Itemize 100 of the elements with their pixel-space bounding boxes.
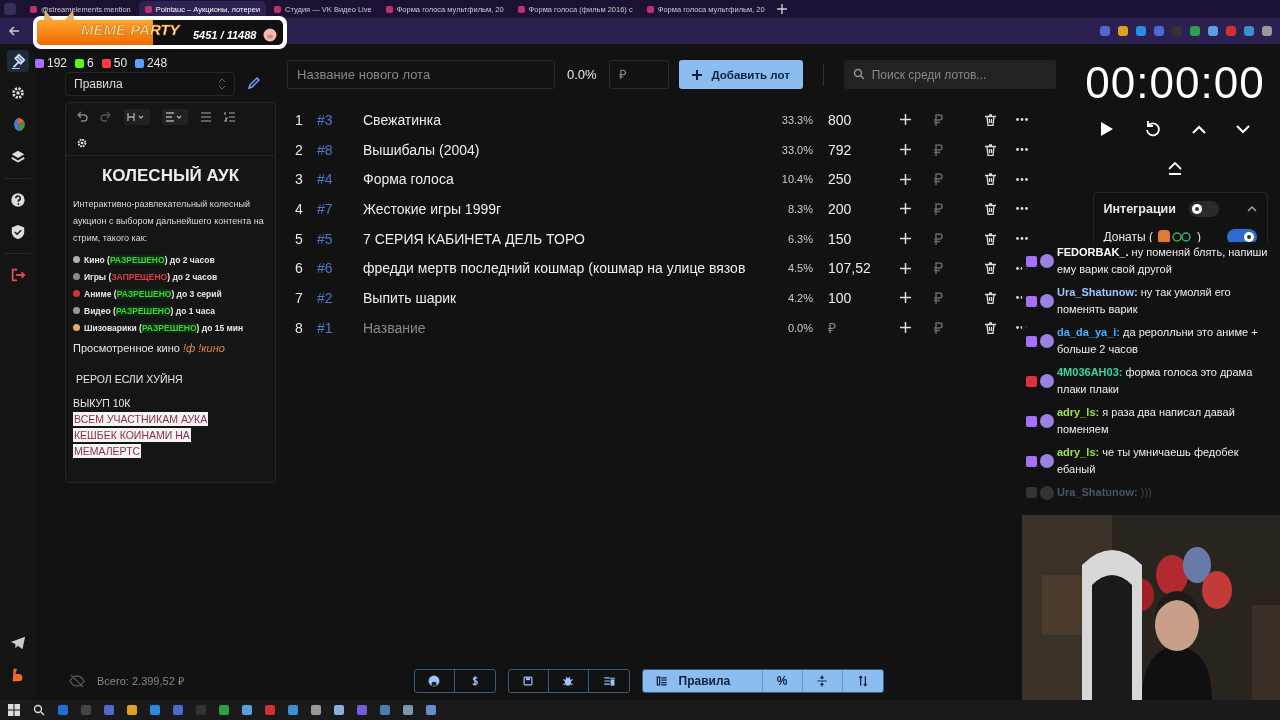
back-icon[interactable] — [8, 25, 20, 37]
gavel-icon[interactable] — [7, 50, 29, 72]
add-icon[interactable] — [900, 173, 911, 185]
new-tab-icon[interactable] — [776, 4, 787, 14]
settings-icon[interactable] — [76, 137, 88, 149]
more-icon[interactable] — [1016, 237, 1028, 241]
add-icon[interactable] — [900, 203, 911, 215]
lot-name[interactable]: Выпить шарик — [363, 289, 763, 306]
more-icon[interactable] — [1016, 148, 1028, 152]
search-field[interactable]: Поиск среди лотов... — [843, 60, 1056, 89]
lot-name[interactable]: Свежатинка — [363, 111, 763, 128]
rules-line: ВЫКУП 10К — [73, 396, 131, 410]
trash-icon[interactable] — [985, 321, 996, 334]
rule-item: Игры (ЗАПРЕЩЕНО) до 2 часов — [84, 271, 218, 282]
ruble-icon[interactable] — [934, 173, 943, 186]
collapse-icon[interactable] — [1168, 162, 1182, 176]
windows-icon[interactable] — [8, 704, 20, 716]
ruble-icon[interactable] — [934, 143, 943, 156]
more-icon[interactable] — [1016, 177, 1028, 181]
redo-icon[interactable] — [100, 111, 112, 123]
lot-amount[interactable]: 100 — [828, 289, 888, 306]
chevron-down-icon[interactable] — [1236, 124, 1250, 134]
add-icon[interactable] — [900, 262, 911, 274]
rules-button[interactable]: Правила — [642, 670, 763, 692]
lot-name[interactable]: Форма голоса — [363, 171, 763, 188]
lot-name[interactable]: 7 СЕРИЯ КАБИНЕТА ДЕЛЬ ТОРО — [363, 230, 763, 247]
rule-item: Кино (РАЗРЕШЕНО) до 2 часов — [84, 254, 215, 265]
lot-name[interactable]: фредди мертв последний кошмар (кошмар на улице вязов — [363, 260, 763, 277]
taskbar-app-icon[interactable] — [265, 705, 275, 715]
taskbar-app-icon[interactable] — [380, 705, 390, 715]
lot-name-field[interactable]: Название нового лота — [287, 60, 555, 89]
lot-name[interactable]: Вышибалы (2004) — [363, 141, 763, 158]
add-icon[interactable] — [900, 322, 911, 334]
github-icon — [427, 674, 441, 688]
lot-id: #4 — [316, 171, 334, 188]
integrations-toggle[interactable] — [1188, 201, 1219, 217]
trash-icon[interactable] — [985, 143, 996, 156]
more-icon[interactable] — [1016, 118, 1028, 122]
lot-name[interactable]: Жестокие игры 1999г — [363, 200, 763, 217]
lot-amount[interactable]: 150 — [828, 230, 888, 247]
add-icon[interactable] — [900, 233, 911, 245]
ruble-icon[interactable] — [934, 262, 943, 275]
undo-icon[interactable] — [76, 111, 88, 123]
trash-icon[interactable] — [985, 291, 996, 304]
heading-dropdown-icon[interactable] — [124, 109, 150, 125]
twitch-icon — [1026, 335, 1037, 347]
save-icon — [521, 674, 535, 688]
play-icon[interactable] — [1100, 121, 1114, 137]
taskbar-app-icon[interactable] — [127, 705, 137, 715]
pencil-icon[interactable] — [247, 76, 261, 90]
search-icon[interactable] — [33, 704, 45, 716]
taskbar-app-icon[interactable] — [403, 705, 413, 715]
taskbar-app-icon[interactable] — [104, 705, 114, 715]
lot-id: #2 — [316, 289, 334, 306]
trash-icon[interactable] — [985, 262, 996, 275]
taskbar-app-icon[interactable] — [288, 705, 298, 715]
taskbar-app-icon[interactable] — [173, 705, 183, 715]
ruble-icon[interactable] — [934, 321, 943, 334]
lot-amount[interactable]: 250 — [828, 171, 888, 188]
trash-icon[interactable] — [985, 202, 996, 215]
ruble-icon[interactable] — [934, 232, 943, 245]
ruble-icon[interactable] — [934, 291, 943, 304]
more-icon[interactable] — [1016, 207, 1028, 211]
taskbar-app-icon[interactable] — [311, 705, 321, 715]
twitch-icon — [1026, 295, 1037, 307]
rules-select[interactable]: Правила — [65, 72, 235, 96]
eye-off-icon[interactable] — [69, 673, 85, 688]
ruble-icon[interactable] — [934, 113, 943, 126]
rules-line: РЕРОЛ ЕСЛИ ХУЙНЯ — [76, 372, 183, 386]
taskbar-app-icon[interactable] — [58, 705, 68, 715]
trash-icon[interactable] — [985, 232, 996, 245]
taskbar-app-icon[interactable] — [357, 705, 367, 715]
amount-field[interactable]: ₽ — [608, 60, 669, 89]
bug-icon — [561, 674, 575, 688]
align-dropdown-icon[interactable] — [162, 109, 188, 125]
avatar — [1040, 454, 1054, 468]
lot-amount-field[interactable]: ₽ — [828, 319, 888, 336]
lot-amount[interactable]: 107,52 — [828, 260, 888, 277]
add-icon[interactable] — [900, 292, 911, 304]
percent-button[interactable]: % — [762, 670, 803, 692]
add-icon[interactable] — [900, 144, 911, 156]
bullet-list-icon[interactable] — [200, 111, 212, 123]
chevron-up-icon[interactable] — [1246, 206, 1257, 212]
add-lot-button[interactable]: Добавить лот — [678, 60, 803, 89]
lot-amount[interactable]: 200 — [828, 200, 888, 217]
trash-icon[interactable] — [985, 173, 996, 186]
taskbar-app-icon[interactable] — [334, 705, 344, 715]
lot-amount[interactable]: 800 — [828, 111, 888, 128]
taskbar-app-icon[interactable] — [150, 705, 160, 715]
taskbar-app-icon[interactable] — [219, 705, 229, 715]
trash-icon[interactable] — [985, 113, 996, 126]
ruble-icon[interactable] — [934, 202, 943, 215]
chevrons-icon — [218, 78, 226, 90]
add-icon[interactable] — [900, 114, 911, 126]
taskbar-app-icon[interactable] — [426, 705, 436, 715]
taskbar-app-icon[interactable] — [242, 705, 252, 715]
lot-amount[interactable]: 792 — [828, 141, 888, 158]
reset-icon[interactable] — [1144, 120, 1162, 138]
numbered-list-icon[interactable] — [224, 111, 236, 123]
lot-name-field[interactable]: Название — [363, 319, 763, 336]
